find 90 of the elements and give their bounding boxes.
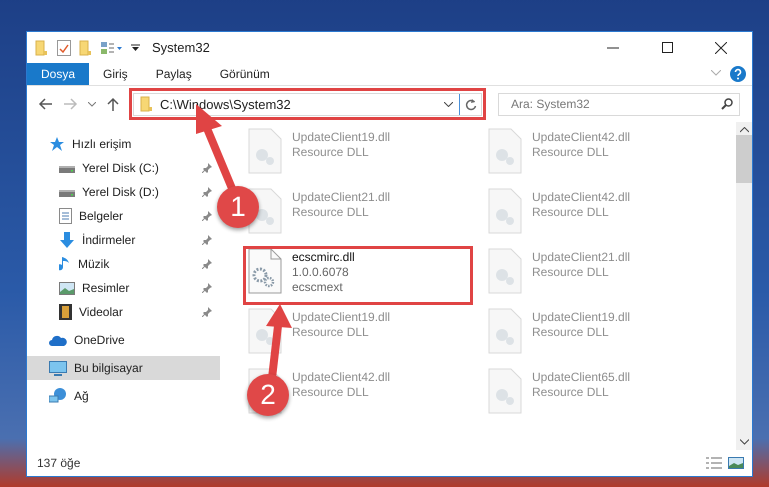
scroll-up-icon[interactable] — [740, 127, 748, 133]
scroll-thumb[interactable] — [736, 135, 752, 183]
dropdown-icon[interactable] — [131, 44, 140, 52]
sidebar-item[interactable]: Yerel Disk (C:) — [27, 156, 220, 180]
details-view-icon[interactable] — [706, 457, 722, 469]
file-description: Resource DLL — [292, 385, 370, 399]
cloud-icon — [49, 334, 67, 346]
chevron-down-icon — [711, 70, 721, 76]
folder-icon — [35, 40, 49, 56]
document-icon — [59, 208, 72, 224]
sidebar-label: Bu bilgisayar — [74, 361, 144, 375]
sidebar-label: İndirmeler — [82, 233, 136, 247]
file-description: ecscmext — [292, 280, 344, 294]
sidebar-item[interactable]: Yerel Disk (D:) — [27, 180, 220, 204]
item-count: 137 öğe — [37, 456, 82, 470]
globe-monitor-icon — [49, 388, 67, 404]
star-icon — [49, 136, 65, 152]
sidebar-item[interactable]: Videolar — [27, 300, 220, 324]
scrollbar[interactable] — [736, 122, 752, 450]
picture-icon[interactable] — [728, 457, 744, 469]
pin-icon[interactable] — [202, 187, 212, 197]
sidebar-item[interactable]: Hızlı erişim — [27, 132, 220, 156]
file-icon — [488, 188, 522, 234]
pin-icon[interactable] — [202, 163, 212, 173]
left-arrow-icon — [38, 98, 52, 110]
close-icon — [715, 42, 727, 54]
address-bar[interactable]: C:\Windows\System32 — [133, 92, 482, 116]
sidebar-item[interactable]: Müzik — [27, 252, 220, 276]
ribbon-tab[interactable]: Paylaş — [142, 63, 206, 85]
new-folder-icon — [79, 40, 93, 56]
file-description: Resource DLL — [532, 385, 610, 399]
film-icon — [59, 304, 72, 320]
sidebar-label: Ağ — [74, 389, 90, 403]
sidebar-label: OneDrive — [74, 333, 126, 347]
sidebar-label: Belgeler — [79, 209, 124, 223]
down-arrow-icon — [59, 232, 75, 248]
file-name[interactable]: ecscmirc.dll — [292, 250, 355, 264]
search-box[interactable]: Ara: System32 — [498, 92, 740, 116]
scroll-down-icon[interactable] — [740, 439, 748, 445]
ribbon-tab[interactable]: Dosya — [27, 63, 90, 85]
sidebar-label: Hızlı erişim — [72, 137, 132, 151]
properties-icon[interactable] — [101, 40, 123, 54]
pin-icon[interactable] — [202, 235, 212, 245]
sidebar-label: Videolar — [79, 305, 124, 319]
pin-icon[interactable] — [202, 307, 212, 317]
ribbon-tab[interactable]: Görünüm — [206, 63, 284, 85]
sidebar-label: Müzik — [78, 257, 110, 271]
file-icon — [488, 308, 522, 354]
file-version: 1.0.0.6078 — [292, 265, 350, 279]
up-arrow-icon — [107, 97, 119, 111]
sidebar-label: Yerel Disk (D:) — [82, 185, 160, 199]
file-description: Resource DLL — [532, 265, 610, 279]
help-icon[interactable] — [730, 66, 746, 82]
pin-icon[interactable] — [202, 259, 212, 269]
file-description: Resource DLL — [292, 145, 370, 159]
address-path: C:\Windows\System32 — [160, 96, 292, 112]
file-icon — [248, 128, 282, 174]
file-description: Resource DLL — [532, 205, 610, 219]
sidebar-label: Resimler — [82, 281, 130, 295]
chevron-down-icon — [88, 102, 96, 106]
refresh-icon — [464, 98, 476, 110]
minimize-icon — [607, 46, 619, 48]
sidebar-item[interactable]: İndirmeler — [27, 228, 220, 252]
file-description: Resource DLL — [292, 325, 370, 339]
sidebar-item[interactable]: Resimler — [27, 276, 220, 300]
sidebar-item[interactable]: Ağ — [27, 384, 220, 408]
file-description: Resource DLL — [292, 205, 370, 219]
file-icon — [488, 128, 522, 174]
sidebar-label: Yerel Disk (C:) — [82, 161, 160, 175]
sidebar-item[interactable]: Bu bilgisayar — [27, 356, 220, 380]
search-icon[interactable] — [721, 98, 733, 110]
file-icon — [488, 368, 522, 414]
sidebar-item[interactable]: Belgeler — [27, 204, 220, 228]
picture-icon — [59, 282, 75, 294]
pin-icon[interactable] — [202, 211, 212, 221]
ribbon-tab[interactable]: Giriş — [89, 63, 142, 85]
chevron-down-icon[interactable] — [444, 102, 453, 106]
pin-icon[interactable] — [202, 283, 212, 293]
file-icon — [488, 248, 522, 294]
sidebar-item[interactable]: OneDrive — [27, 328, 220, 352]
music-note-icon — [59, 256, 71, 272]
window-title: System32 — [152, 40, 211, 55]
folder-icon — [140, 96, 154, 112]
file-description: Resource DLL — [532, 325, 610, 339]
maximize-icon — [662, 42, 672, 53]
gear-file-icon — [248, 248, 282, 294]
file-description: Resource DLL — [532, 145, 610, 159]
checklist-icon[interactable] — [57, 40, 71, 56]
right-arrow-icon — [64, 98, 78, 110]
monitor-icon — [49, 360, 67, 376]
